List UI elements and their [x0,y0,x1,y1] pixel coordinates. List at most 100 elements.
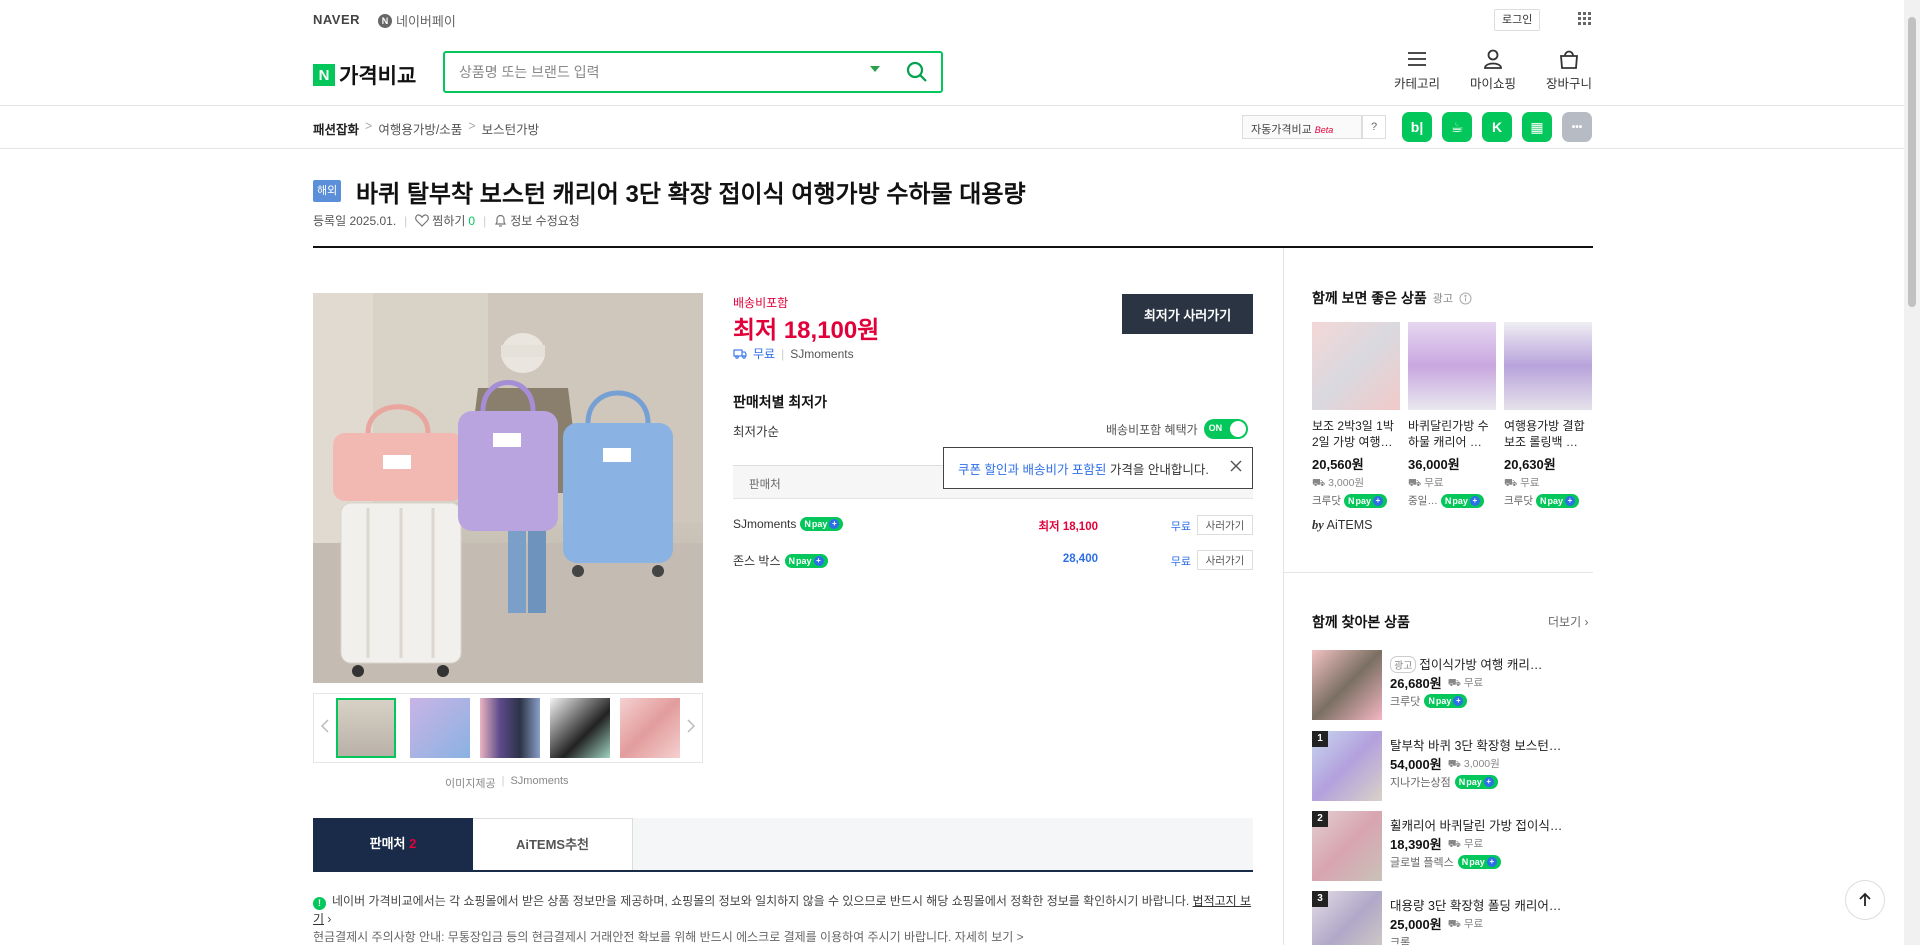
lowest-shipping-row: 무료 | SJmoments [733,345,854,362]
thumbnail[interactable] [620,698,680,758]
breadcrumb-bar: 패션잡화 > 여행용가방/소품 > 보스턴가방 자동가격비교 Beta ? b|… [0,107,1920,149]
search-input[interactable] [459,61,859,83]
tab-sellers-count: 2 [409,836,417,851]
legal-notice: ! 네이버 가격비교에서는 각 쇼핑몰에서 받은 상품 정보만을 제공하며, 쇼핑… [313,894,1252,944]
beta-badge: Beta [1314,125,1334,135]
help-button[interactable]: ? [1362,115,1386,139]
close-icon[interactable] [1230,460,1242,472]
search-icon[interactable] [905,60,929,84]
right-divider [1283,572,1593,573]
npay-plus-badge: Npay + [784,553,828,568]
buy-button[interactable]: 사러가기 [1197,550,1253,570]
share-keep-icon[interactable]: K [1482,112,1512,142]
tooltip-text: 가격을 안내합니다. [1106,463,1209,477]
seller-price: 최저 18,100 [1038,521,1098,533]
col-seller: 판매처 [749,479,781,491]
aitems-credit: by AiTEMS [1312,518,1373,532]
breadcrumb-root[interactable]: 패션잡화 [313,119,359,138]
search-dropdown-icon[interactable] [869,63,881,75]
right-column-divider [1283,248,1284,945]
registered-date: 등록일 2025.01. [313,214,397,228]
recommend-heading: 함께 보면 좋은 상품 광고 [1312,288,1472,308]
nav-cart[interactable]: 장바구니 [1546,49,1592,92]
wish-button[interactable]: 찜하기 0 [415,212,475,229]
naver-pay-link[interactable]: N 네이버페이 [378,11,456,30]
thumbnail[interactable] [480,698,540,758]
benefit-toggle-row: 배송비포함 혜택가 ON [1106,419,1248,439]
naver-pay-icon: N [378,13,392,28]
apps-grid-icon[interactable] [1578,12,1592,26]
share-blog-icon[interactable]: b| [1402,112,1432,142]
menu-icon [1408,52,1426,66]
sort-lowest[interactable]: 최저가순 [733,421,779,440]
bell-icon [495,214,507,227]
npay-plus-badge: Npay + [800,517,844,531]
product-meta: 등록일 2025.01. | 찜하기 0 | 정보 수정요청 [313,212,580,229]
viewed-item[interactable]: 광고 접이식가방 여행 캐리… 26,680원 ⛟ 무료 크루닷 Npay + [1312,650,1592,720]
arrow-up-icon [1859,892,1871,906]
thumbnail[interactable] [336,698,396,758]
product-main-image[interactable] [313,293,703,683]
ad-label: 광고 [1432,293,1453,305]
info-icon: ! [313,897,326,910]
breadcrumb-level2[interactable]: 여행용가방/소품 [378,119,462,138]
nav-category-label: 카테고리 [1394,77,1441,91]
login-button[interactable]: 로그인 [1494,9,1541,31]
price-compare-logo[interactable]: N 가격비교 [313,60,416,90]
naver-logo[interactable]: NAVER [313,12,360,27]
lowest-price: 최저 18,100원 [733,317,880,344]
seller-row: 존스 박스 Npay + 28,400 무료 사러가기 [733,550,1253,570]
breadcrumb-sep: > [468,119,476,133]
thumbnail[interactable] [550,698,610,758]
tab-sellers[interactable]: 판매처 2 [313,818,473,870]
seller-shipping: 무료 [1170,556,1191,568]
share-more-icon[interactable]: ••• [1562,112,1592,142]
viewed-heading: 함께 찾아본 상품 [1312,614,1410,630]
viewed-item[interactable]: 3 대용량 3단 확장형 폴딩 캐리어… 25,000원 ⛟ 무료 크롬 [1312,891,1592,945]
person-icon [1484,49,1502,69]
recommend-item[interactable]: 보조 2박3일 1박2일 가방 여행… 20,560원 ⛟ 3,000원 크루닷… [1312,322,1400,508]
share-modoo-icon[interactable]: ▦ [1522,112,1552,142]
wish-label: 찜하기 [432,214,466,228]
notice-line2: 현금결제시 주의사항 안내: 무통장입금 등의 현금결제시 거래안전 확보를 위… [313,930,1024,944]
thumb-next-icon[interactable] [686,718,696,734]
benefit-toggle[interactable]: ON [1203,419,1248,439]
tab-aitems[interactable]: AiTEMS추천 [473,818,633,870]
thumbnail[interactable] [410,698,470,758]
auto-compare-button[interactable]: 자동가격비교 Beta [1242,115,1362,139]
truck-icon [733,349,747,359]
image-source: 이미지제공 | SJmoments [445,775,569,790]
info-circle-icon [1459,292,1472,304]
page-scrollbar[interactable] [1904,0,1920,945]
seller-name[interactable]: SJmoments [733,517,796,531]
share-cafe-icon[interactable]: ☕ [1442,112,1472,142]
notice-text: 네이버 가격비교에서는 각 쇼핑몰에서 받은 상품 정보만을 제공하며, 쇼핑몰… [332,894,1190,908]
product-title: 바퀴 탈부착 보스턴 캐리어 3단 확장 접이식 여행가방 수하물 대용량 [356,181,1026,208]
thumbnail-strip [313,693,703,763]
lowest-seller[interactable]: SJmoments [790,347,853,361]
recommend-item[interactable]: 바퀴달린가방 수하물 캐리어 … 36,000원 ⛟ 무료 중일… Npay + [1408,322,1496,508]
edit-request-button[interactable]: 정보 수정요청 [494,212,580,229]
breadcrumb-level3[interactable]: 보스턴가방 [482,119,540,138]
more-link[interactable]: 더보기 › [1548,613,1588,630]
seller-price: 28,400 [1062,553,1098,565]
edit-request-label: 정보 수정요청 [510,214,580,228]
tooltip-highlight: 쿠폰 할인과 배송비가 포함된 [958,463,1107,477]
nav-category[interactable]: 카테고리 [1394,49,1440,92]
nav-myshopping[interactable]: 마이쇼핑 [1470,49,1516,92]
buy-button[interactable]: 사러가기 [1197,515,1253,535]
seller-shipping: 무료 [1170,521,1191,533]
recommend-item[interactable]: 여행용가방 결합 보조 롤링백 … 20,630원 ⛟ 무료 크루닷 Npay + [1504,322,1592,508]
free-shipping: 무료 [753,347,776,361]
seller-name[interactable]: 존스 박스 [733,552,781,569]
viewed-item[interactable]: 2 휠캐리어 바퀴달린 가방 접이식… 18,390원 ⛟ 무료 글로벌 플렉스 N… [1312,811,1592,881]
brand-text: 가격비교 [339,65,417,88]
top-bar: NAVER N 네이버페이 로그인 [0,0,1920,40]
nav-cart-label: 장바구니 [1546,77,1593,91]
shipping-included-label: 배송비포함 [733,296,789,310]
thumb-prev-icon[interactable] [320,718,330,734]
viewed-item[interactable]: 1 탈부착 바퀴 3단 확장형 보스턴… 54,000원 ⛟ 3,000원 지나가… [1312,731,1592,801]
buy-lowest-button[interactable]: 최저가 사러가기 [1122,294,1253,334]
scroll-top-button[interactable] [1845,880,1885,920]
seller-row: SJmoments Npay + 최저 18,100 무료 사러가기 [733,515,1253,535]
